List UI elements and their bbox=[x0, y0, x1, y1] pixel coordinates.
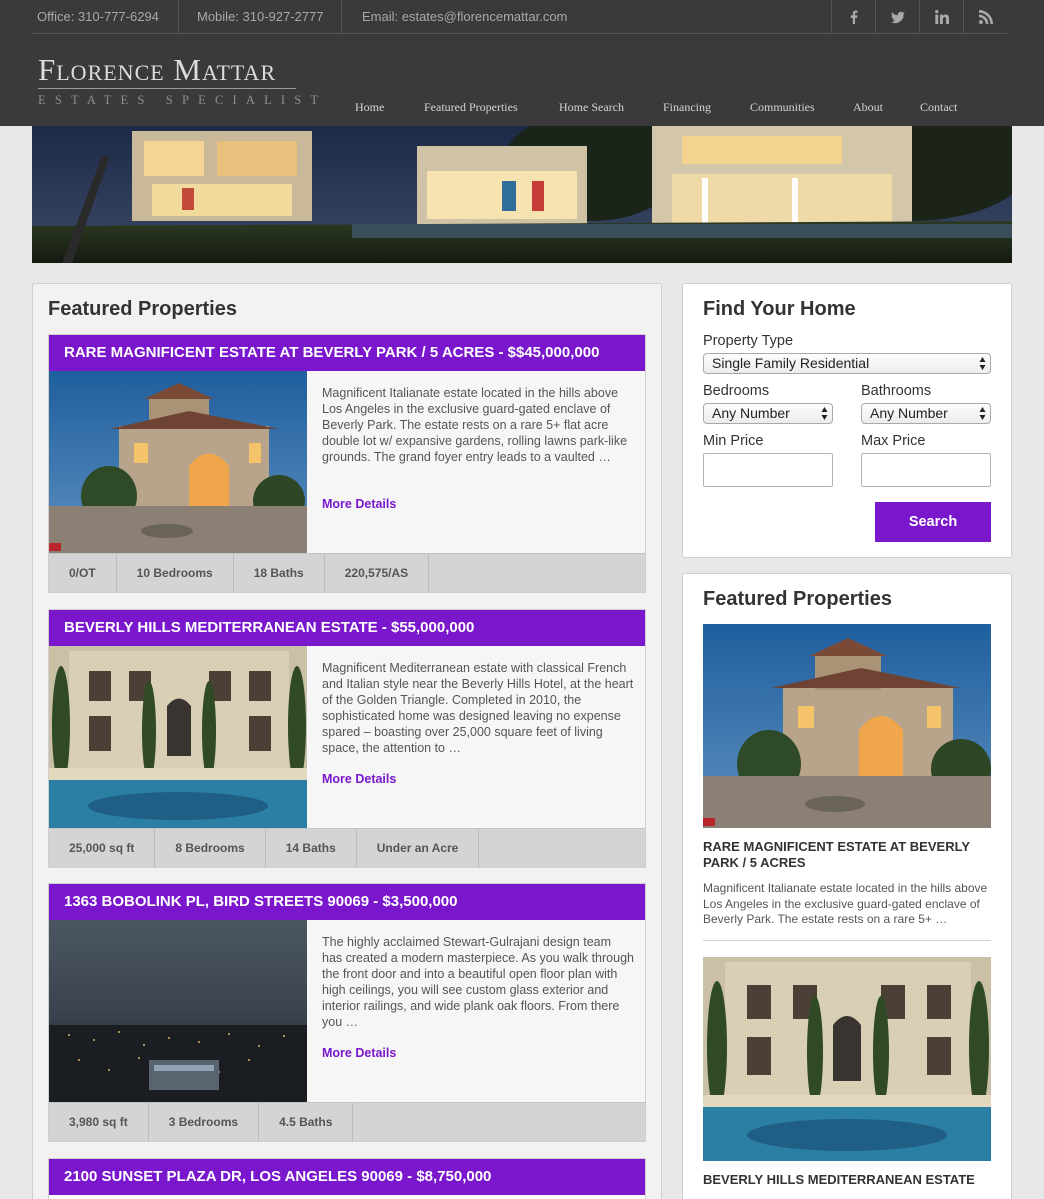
contact-bar: Office: 310-777-6294 Mobile: 310-927-277… bbox=[32, 0, 1007, 34]
sidebar-property-photo[interactable] bbox=[703, 624, 991, 828]
listing-photo[interactable] bbox=[49, 371, 307, 553]
listing-body: The highly acclaimed Stewart-Gulrajani d… bbox=[49, 920, 645, 1102]
nav-home-search[interactable]: Home Search bbox=[559, 100, 624, 115]
hero-banner bbox=[32, 126, 1012, 263]
listing-title[interactable]: BEVERLY HILLS MEDITERRANEAN ESTATE - $55… bbox=[49, 610, 645, 646]
divider bbox=[341, 0, 342, 34]
nav-home[interactable]: Home bbox=[355, 100, 384, 115]
min-price-label: Min Price bbox=[703, 433, 764, 449]
listing-description: The highly acclaimed Stewart-Gulrajani d… bbox=[322, 935, 634, 1029]
more-details-link[interactable]: More Details bbox=[322, 772, 396, 786]
bathrooms-select[interactable]: Any Number bbox=[861, 403, 991, 424]
nav-communities[interactable]: Communities bbox=[750, 100, 815, 115]
divider bbox=[703, 940, 991, 941]
stat-lot: 0/OT bbox=[49, 554, 117, 593]
listing-photo[interactable] bbox=[49, 646, 307, 828]
bedrooms-label: Bedrooms bbox=[703, 383, 770, 399]
divider bbox=[178, 0, 179, 34]
stat-area: 3,980 sq ft bbox=[49, 1103, 149, 1142]
bedrooms-value: Any Number bbox=[712, 405, 790, 421]
listing-card: BEVERLY HILLS MEDITERRANEAN ESTATE - $55… bbox=[48, 609, 646, 868]
sidebar-property-photo[interactable] bbox=[703, 957, 991, 1161]
listing-title[interactable]: RARE MAGNIFICENT ESTATE AT BEVERLY PARK … bbox=[49, 335, 645, 371]
property-type-label: Property Type bbox=[703, 333, 794, 349]
listing-description: Magnificent Italianate estate located in… bbox=[322, 386, 628, 464]
stat-lot: Under an Acre bbox=[357, 829, 480, 868]
min-price-input[interactable] bbox=[703, 453, 833, 487]
bathrooms-value: Any Number bbox=[870, 405, 948, 421]
property-type-select[interactable]: Single Family Residential bbox=[703, 353, 991, 374]
max-price-label: Max Price bbox=[861, 433, 926, 449]
search-button[interactable]: Search bbox=[875, 502, 991, 542]
property-type-value: Single Family Residential bbox=[712, 355, 870, 371]
stat-bedrooms: 8 Bedrooms bbox=[155, 829, 266, 868]
stat-baths: 4.5 Baths bbox=[259, 1103, 354, 1142]
select-arrows-icon bbox=[979, 357, 986, 370]
sidebar-featured-title: Featured Properties bbox=[703, 588, 892, 610]
main-featured-title: Featured Properties bbox=[48, 298, 237, 320]
bathrooms-label: Bathrooms bbox=[861, 383, 932, 399]
listing-stats: 25,000 sq ft 8 Bedrooms 14 Baths Under a… bbox=[49, 828, 645, 868]
select-arrows-icon bbox=[821, 407, 828, 420]
listing-stats: 3,980 sq ft 3 Bedrooms 4.5 Baths bbox=[49, 1102, 645, 1142]
nav-financing[interactable]: Financing bbox=[663, 100, 711, 115]
more-details-link[interactable]: More Details bbox=[322, 497, 396, 511]
nav-contact[interactable]: Contact bbox=[920, 100, 957, 115]
sidebar-property-title[interactable]: RARE MAGNIFICENT ESTATE AT BEVERLY PARK … bbox=[703, 839, 991, 871]
listing-card: RARE MAGNIFICENT ESTATE AT BEVERLY PARK … bbox=[48, 334, 646, 593]
linkedin-icon[interactable] bbox=[919, 0, 963, 34]
mobile-phone[interactable]: Mobile: 310-927-2777 bbox=[197, 0, 323, 34]
listing-title[interactable]: 2100 SUNSET PLAZA DR, LOS ANGELES 90069 … bbox=[49, 1159, 645, 1195]
sidebar-property-description: Magnificent Italianate estate located in… bbox=[703, 881, 988, 926]
max-price-input[interactable] bbox=[861, 453, 991, 487]
nav-featured-properties[interactable]: Featured Properties bbox=[424, 100, 518, 115]
bedrooms-select[interactable]: Any Number bbox=[703, 403, 833, 424]
stat-area: 25,000 sq ft bbox=[49, 829, 156, 868]
logo-rule bbox=[38, 88, 296, 89]
nav-about[interactable]: About bbox=[853, 100, 883, 115]
listing-description: Magnificent Mediterranean estate with cl… bbox=[322, 661, 634, 755]
email-link[interactable]: Email: estates@florencemattar.com bbox=[362, 0, 567, 34]
listing-body: Magnificent Mediterranean estate with cl… bbox=[49, 646, 645, 828]
site-tagline: ESTATES SPECIALIST bbox=[38, 93, 328, 107]
listing-title[interactable]: 1363 BOBOLINK PL, BIRD STREETS 90069 - $… bbox=[49, 884, 645, 920]
listing-card: 2100 SUNSET PLAZA DR, LOS ANGELES 90069 … bbox=[48, 1158, 646, 1199]
site-header: Office: 310-777-6294 Mobile: 310-927-277… bbox=[0, 0, 1044, 126]
facebook-icon[interactable] bbox=[831, 0, 875, 34]
stat-bedrooms: 3 Bedrooms bbox=[149, 1103, 260, 1142]
search-title: Find Your Home bbox=[703, 298, 856, 320]
listing-photo[interactable] bbox=[49, 920, 307, 1102]
twitter-icon[interactable] bbox=[875, 0, 919, 34]
rss-icon[interactable] bbox=[963, 0, 1007, 34]
stat-baths: 14 Baths bbox=[266, 829, 357, 868]
stat-bedrooms: 10 Bedrooms bbox=[117, 554, 234, 593]
more-details-link[interactable]: More Details bbox=[322, 1046, 396, 1060]
select-arrows-icon bbox=[979, 407, 986, 420]
stat-baths: 18 Baths bbox=[234, 554, 325, 593]
office-phone[interactable]: Office: 310-777-6294 bbox=[37, 0, 159, 34]
site-logo[interactable]: Florence Mattar bbox=[38, 52, 276, 88]
listing-stats: 0/OT 10 Bedrooms 18 Baths 220,575/AS bbox=[49, 553, 645, 593]
stat-area: 220,575/AS bbox=[325, 554, 430, 593]
listing-card: 1363 BOBOLINK PL, BIRD STREETS 90069 - $… bbox=[48, 883, 646, 1142]
sidebar-property-title[interactable]: BEVERLY HILLS MEDITERRANEAN ESTATE bbox=[703, 1172, 991, 1188]
listing-body: Magnificent Italianate estate located in… bbox=[49, 371, 645, 553]
